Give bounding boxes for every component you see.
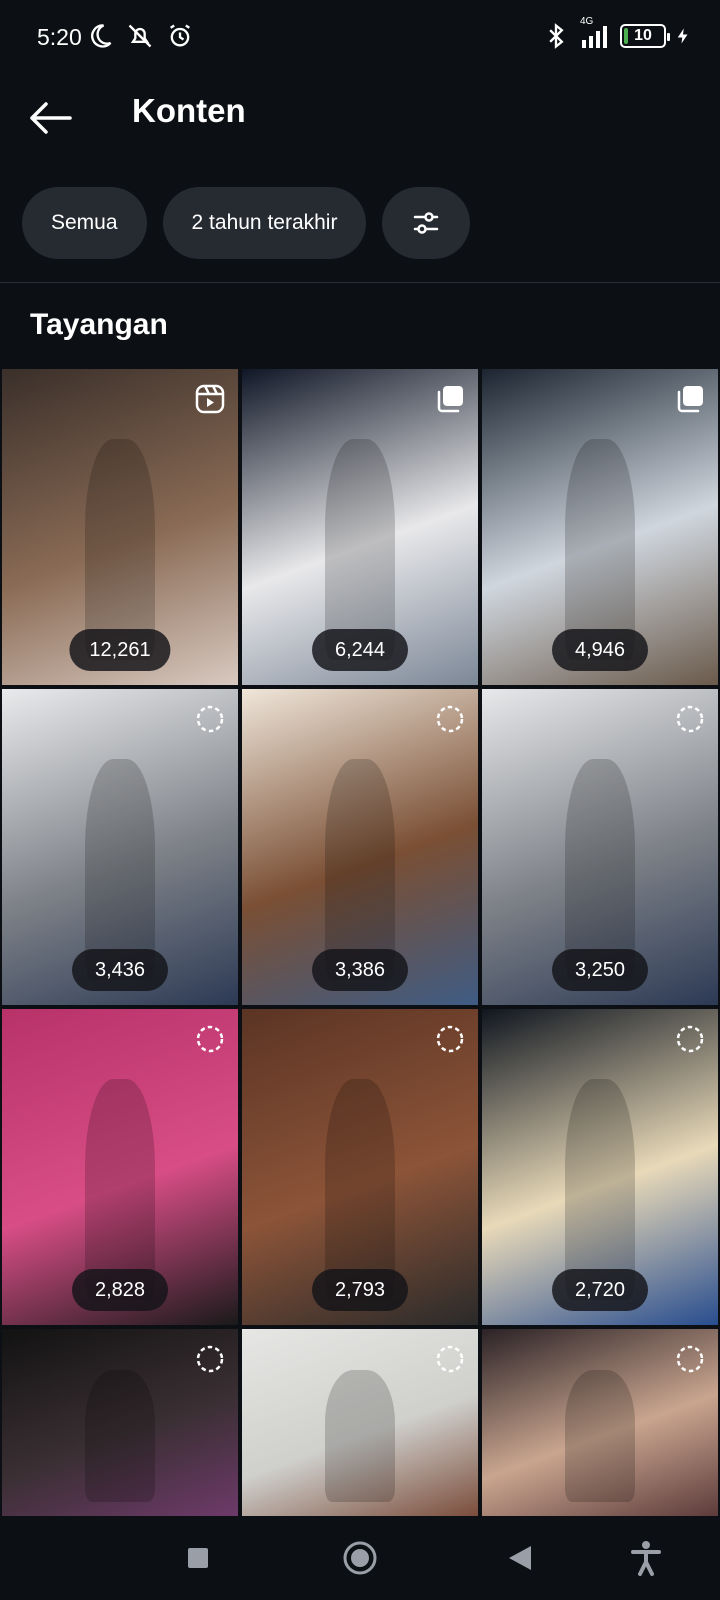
views-badge: 3,250 bbox=[552, 949, 648, 991]
views-badge: 3,436 bbox=[72, 949, 168, 991]
views-badge: 3,386 bbox=[312, 949, 408, 991]
signal-icon: 4G bbox=[578, 22, 612, 50]
recent-apps-button[interactable] bbox=[176, 1536, 220, 1580]
carousel-icon bbox=[434, 383, 466, 415]
triangle-back-icon bbox=[507, 1544, 533, 1572]
post-thumbnail bbox=[85, 1079, 156, 1300]
story-icon bbox=[434, 703, 466, 735]
post-tile[interactable]: 2,793 bbox=[242, 1009, 478, 1325]
status-icons-right: 4G 10 bbox=[542, 22, 692, 50]
post-tile[interactable]: 2,828 bbox=[2, 1009, 238, 1325]
post-thumbnail bbox=[85, 1370, 156, 1502]
views-badge: 2,828 bbox=[72, 1269, 168, 1311]
section-title: Tayangan bbox=[30, 308, 168, 342]
post-thumbnail bbox=[565, 759, 636, 980]
charging-icon bbox=[674, 22, 692, 50]
filter-period-chip[interactable]: 2 tahun terakhir bbox=[163, 187, 367, 259]
reel-icon bbox=[194, 383, 226, 415]
navigation-bar bbox=[0, 1516, 720, 1600]
post-tile[interactable]: 3,250 bbox=[482, 689, 718, 1005]
post-grid: 12,261 6,244 4,946 3,436 3,386 3,250 2,828 2,79… bbox=[2, 369, 720, 1517]
post-thumbnail bbox=[85, 439, 156, 660]
post-tile[interactable]: 3,436 bbox=[2, 689, 238, 1005]
status-time: 5:20 bbox=[37, 24, 82, 51]
arrow-left-icon bbox=[28, 102, 72, 134]
filter-all-chip[interactable]: Semua bbox=[22, 187, 147, 259]
story-icon bbox=[194, 1343, 226, 1375]
home-button[interactable] bbox=[338, 1536, 382, 1580]
post-thumbnail bbox=[565, 439, 636, 660]
post-thumbnail bbox=[85, 759, 156, 980]
sliders-icon bbox=[411, 208, 441, 238]
square-icon bbox=[186, 1546, 210, 1570]
moon-icon bbox=[86, 22, 114, 50]
views-badge: 2,720 bbox=[552, 1269, 648, 1311]
post-tile[interactable] bbox=[242, 1329, 478, 1517]
filter-settings-button[interactable] bbox=[382, 187, 470, 259]
post-tile[interactable] bbox=[482, 1329, 718, 1517]
header: Konten bbox=[0, 76, 720, 176]
views-badge: 4,946 bbox=[552, 629, 648, 671]
divider bbox=[0, 282, 720, 283]
bell-muted-icon bbox=[126, 22, 154, 50]
bluetooth-icon bbox=[542, 22, 570, 50]
post-tile[interactable]: 4,946 bbox=[482, 369, 718, 685]
views-badge: 2,793 bbox=[312, 1269, 408, 1311]
story-icon bbox=[674, 1343, 706, 1375]
post-thumbnail bbox=[565, 1079, 636, 1300]
views-badge: 12,261 bbox=[69, 629, 170, 671]
post-thumbnail bbox=[325, 1370, 396, 1502]
post-thumbnail bbox=[565, 1370, 636, 1502]
post-tile[interactable]: 2,720 bbox=[482, 1009, 718, 1325]
story-icon bbox=[194, 703, 226, 735]
battery-level: 10 bbox=[634, 27, 652, 45]
alarm-icon bbox=[166, 22, 194, 50]
accessibility-button[interactable] bbox=[624, 1536, 668, 1580]
nav-back-button[interactable] bbox=[498, 1536, 542, 1580]
battery-fill bbox=[624, 28, 628, 44]
post-thumbnail bbox=[325, 759, 396, 980]
story-icon bbox=[674, 703, 706, 735]
accessibility-icon bbox=[630, 1540, 662, 1576]
post-tile[interactable]: 12,261 bbox=[2, 369, 238, 685]
story-icon bbox=[674, 1023, 706, 1055]
status-icons-left bbox=[86, 22, 194, 50]
post-tile[interactable]: 6,244 bbox=[242, 369, 478, 685]
status-bar: 5:20 4G 10 bbox=[0, 0, 720, 76]
network-label: 4G bbox=[580, 16, 593, 27]
post-thumbnail bbox=[325, 439, 396, 660]
post-tile[interactable] bbox=[2, 1329, 238, 1517]
views-badge: 6,244 bbox=[312, 629, 408, 671]
battery-icon: 10 bbox=[620, 24, 666, 48]
story-icon bbox=[434, 1023, 466, 1055]
carousel-icon bbox=[674, 383, 706, 415]
post-thumbnail bbox=[325, 1079, 396, 1300]
page-title: Konten bbox=[132, 92, 246, 130]
story-icon bbox=[194, 1023, 226, 1055]
post-tile[interactable]: 3,386 bbox=[242, 689, 478, 1005]
story-icon bbox=[434, 1343, 466, 1375]
filter-chips: Semua 2 tahun terakhir bbox=[22, 187, 470, 259]
back-button[interactable] bbox=[22, 90, 78, 146]
circle-icon bbox=[342, 1540, 378, 1576]
